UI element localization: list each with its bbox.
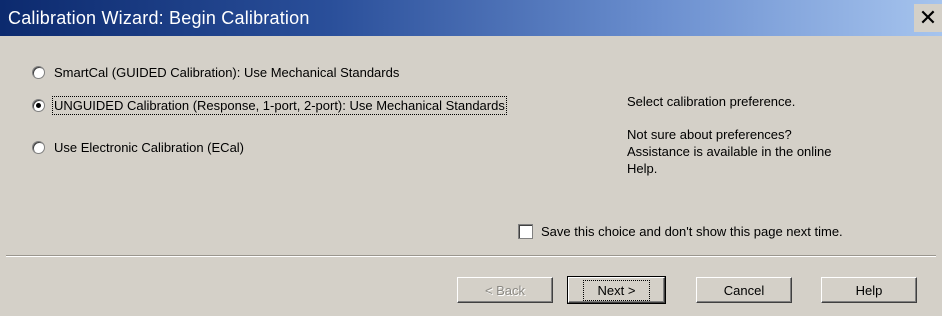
help-assistance: Assistance is available in the online [627,144,832,159]
help-button[interactable]: Help [821,277,917,303]
window-title: Calibration Wizard: Begin Calibration [8,8,310,28]
option-unguided[interactable]: UNGUIDED Calibration (Response, 1-port, … [32,95,507,115]
radio-unguided[interactable] [32,98,45,112]
option-ecal-label[interactable]: Use Electronic Calibration (ECal) [54,140,244,155]
cancel-button[interactable]: Cancel [696,277,792,303]
option-unguided-label[interactable]: UNGUIDED Calibration (Response, 1-port, … [52,95,507,115]
save-choice-label[interactable]: Save this choice and don't show this pag… [541,224,843,239]
back-button-label: < Back [484,282,526,298]
help-prompt: Select calibration preference. [627,94,796,109]
next-button[interactable]: Next > [567,276,666,304]
help-word: Help. [627,161,658,176]
save-choice-row[interactable]: Save this choice and don't show this pag… [518,224,843,239]
option-ecal[interactable]: Use Electronic Calibration (ECal) [32,138,244,156]
save-choice-checkbox[interactable] [518,224,533,239]
title-bar: Calibration Wizard: Begin Calibration ✕ [0,0,942,36]
back-button[interactable]: < Back [457,277,553,303]
help-button-label: Help [855,282,883,298]
radio-ecal[interactable] [32,140,45,154]
radio-smartcal[interactable] [32,65,45,79]
close-icon[interactable]: ✕ [914,4,942,32]
option-smartcal-label[interactable]: SmartCal (GUIDED Calibration): Use Mecha… [54,65,399,80]
next-button-label: Next > [582,279,651,301]
option-smartcal[interactable]: SmartCal (GUIDED Calibration): Use Mecha… [32,63,399,81]
cancel-button-label: Cancel [723,282,765,298]
button-divider [6,255,936,257]
help-question: Not sure about preferences? [627,127,792,142]
